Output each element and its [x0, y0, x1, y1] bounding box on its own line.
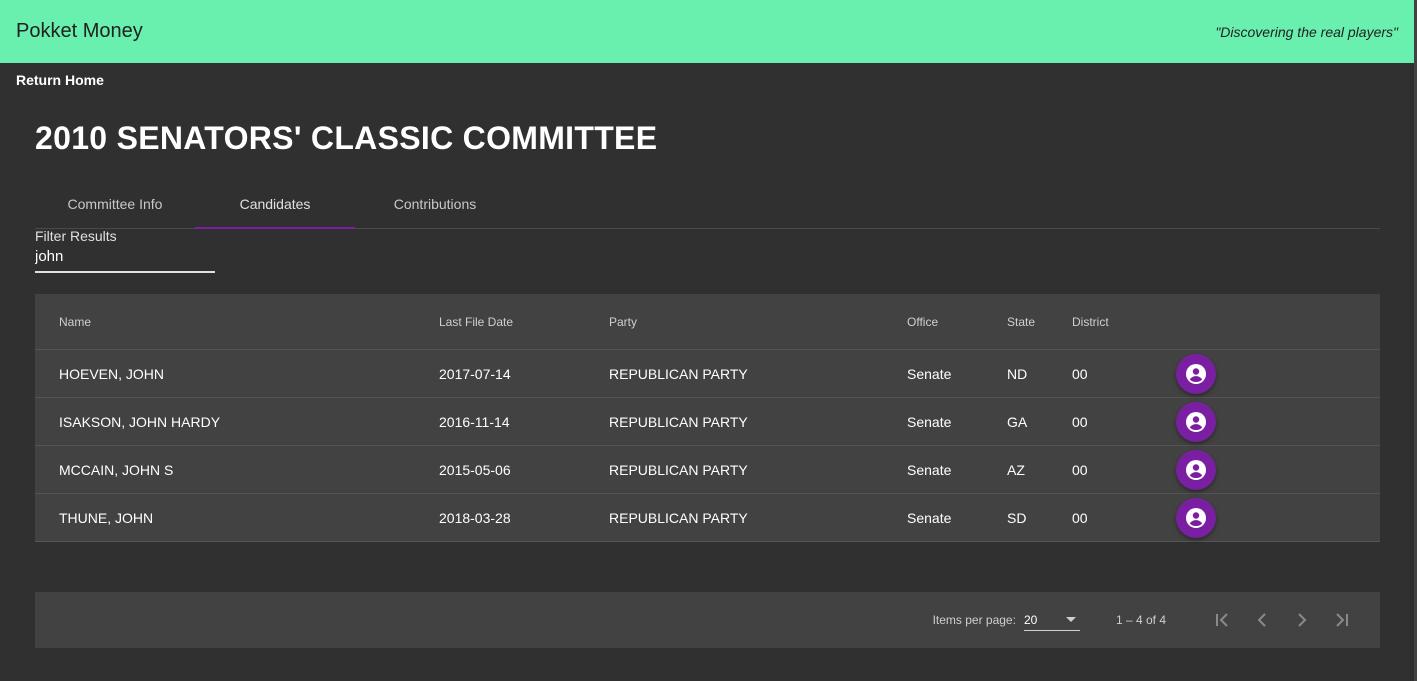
first-page-icon [1216, 613, 1228, 627]
filter-input[interactable] [35, 248, 215, 273]
cell-state: GA [1007, 413, 1028, 430]
next-page-icon [1298, 613, 1307, 627]
cell-action [1176, 353, 1236, 394]
page-title: 2010 SENATORS' CLASSIC COMMITTEE [35, 120, 658, 156]
header-name[interactable]: Name [35, 315, 439, 329]
cell-party: REPUBLICAN PARTY [609, 509, 748, 526]
cell-action [1176, 449, 1236, 490]
cell-office: Senate [907, 365, 952, 382]
cell-district: 00 [1072, 413, 1088, 430]
cell-date: 2015-05-06 [439, 461, 511, 478]
cell-name: HOEVEN, JOHN [59, 365, 165, 382]
dropdown-arrow-icon [1065, 617, 1076, 622]
header-state[interactable]: State [1007, 315, 1072, 329]
cell-action [1176, 401, 1236, 442]
header-party[interactable]: Party [609, 315, 907, 329]
cell-name: THUNE, JOHN [59, 509, 154, 526]
tab-contributions[interactable]: Contributions [355, 180, 515, 228]
cell-state: ND [1007, 365, 1028, 382]
cell-state: SD [1007, 509, 1027, 526]
page-range-label: 1 – 4 of 4 [1115, 613, 1166, 627]
candidates-table: Name Last File Date Party Office State D… [35, 294, 1380, 542]
tab-bar: Committee Info Candidates Contributions [35, 180, 1380, 229]
app-tagline: "Discovering the real players" [1215, 23, 1398, 40]
cell-office: Senate [907, 509, 952, 526]
account-circle-icon [1186, 459, 1206, 480]
previous-page-button[interactable] [1242, 600, 1282, 640]
header-office[interactable]: Office [907, 315, 1007, 329]
table-row: ISAKSON, JOHN HARDY 2016-11-14 REPUBLICA… [35, 398, 1380, 446]
cell-party: REPUBLICAN PARTY [609, 365, 748, 382]
top-toolbar: Pokket Money "Discovering the real playe… [0, 0, 1414, 63]
table-header-row: Name Last File Date Party Office State D… [35, 294, 1380, 350]
cell-office: Senate [907, 413, 952, 430]
table-row: MCCAIN, JOHN S 2015-05-06 REPUBLICAN PAR… [35, 446, 1380, 494]
cell-district: 00 [1072, 365, 1088, 382]
items-per-page-label: Items per page: [932, 613, 1016, 627]
account-circle-icon [1186, 363, 1206, 384]
cell-party: REPUBLICAN PARTY [609, 413, 748, 430]
tab-candidates[interactable]: Candidates [195, 180, 355, 229]
header-last-file-date[interactable]: Last File Date [439, 315, 609, 329]
cell-party: REPUBLICAN PARTY [609, 461, 748, 478]
prev-page-icon [1257, 613, 1266, 627]
view-candidate-button[interactable] [1176, 353, 1216, 394]
cell-date: 2018-03-28 [439, 509, 511, 526]
last-page-icon [1336, 613, 1348, 627]
cell-district: 00 [1072, 509, 1088, 526]
cell-district: 00 [1072, 461, 1088, 478]
table-row: THUNE, JOHN 2018-03-28 REPUBLICAN PARTY … [35, 494, 1380, 542]
first-page-button[interactable] [1202, 600, 1242, 640]
tab-committee-info[interactable]: Committee Info [35, 180, 195, 228]
account-circle-icon [1186, 507, 1206, 528]
cell-name: MCCAIN, JOHN S [59, 461, 174, 478]
cell-date: 2017-07-14 [439, 365, 511, 382]
cell-name: ISAKSON, JOHN HARDY [59, 413, 221, 430]
view-candidate-button[interactable] [1176, 497, 1216, 538]
items-per-page-value: 20 [1023, 612, 1038, 627]
cell-date: 2016-11-14 [439, 413, 510, 430]
cell-state: AZ [1007, 461, 1025, 478]
table-row: HOEVEN, JOHN 2017-07-14 REPUBLICAN PARTY… [35, 350, 1380, 398]
view-candidate-button[interactable] [1176, 401, 1216, 442]
items-per-page-select[interactable]: 20 [1023, 609, 1080, 631]
view-candidate-button[interactable] [1176, 449, 1216, 490]
last-page-button[interactable] [1322, 600, 1362, 640]
return-home-link[interactable]: Return Home [16, 72, 104, 88]
next-page-button[interactable] [1282, 600, 1322, 640]
filter-field: Filter Results [35, 228, 215, 273]
app-title: Pokket Money [16, 20, 143, 42]
cell-action [1176, 497, 1236, 538]
header-district[interactable]: District [1072, 315, 1176, 329]
account-circle-icon [1186, 411, 1206, 432]
paginator: Items per page: 20 1 – 4 of 4 [35, 592, 1380, 648]
cell-office: Senate [907, 461, 952, 478]
filter-label: Filter Results [35, 228, 117, 244]
